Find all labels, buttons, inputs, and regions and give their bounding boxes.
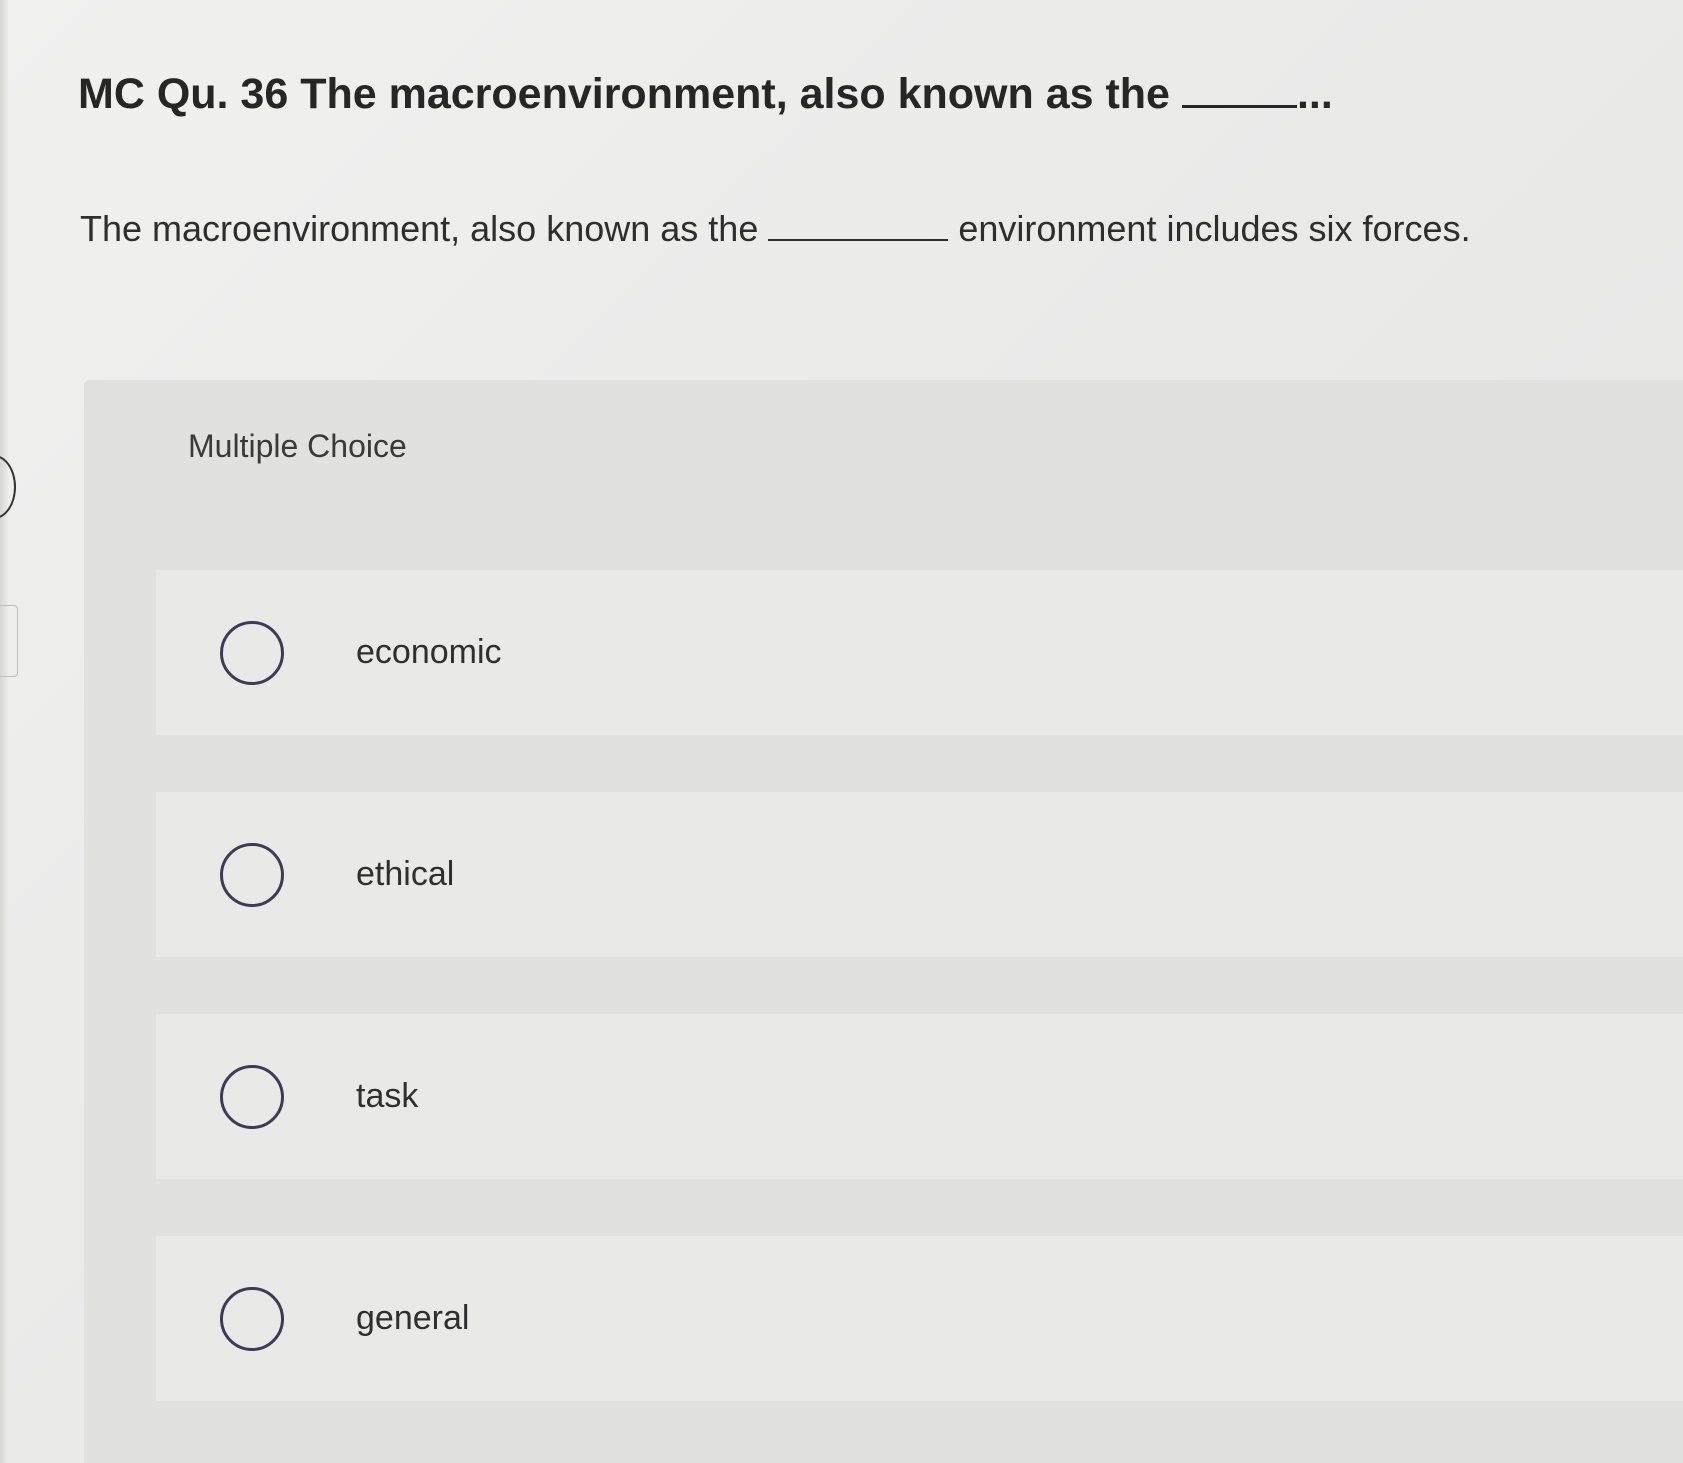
prompt-text-after: environment includes six forces. [958, 208, 1471, 249]
prompt-blank [768, 239, 949, 241]
question-prompt: The macroenvironment, also known as the e… [80, 208, 1640, 250]
side-scroll-handle[interactable] [0, 455, 16, 519]
option-economic[interactable]: economic [156, 570, 1683, 735]
option-general[interactable]: general [156, 1236, 1683, 1401]
option-label: general [356, 1299, 470, 1337]
option-label: task [356, 1077, 419, 1115]
option-label: economic [356, 633, 502, 671]
option-label: ethical [356, 855, 455, 893]
header-ellipsis: ... [1296, 70, 1333, 118]
question-header: MC Qu. 36 The macroenvironment, also kno… [78, 70, 1598, 119]
multiple-choice-panel: Multiple Choice economic ethical task ge… [84, 380, 1683, 1463]
radio-button[interactable] [220, 1064, 284, 1129]
prompt-text-before: The macroenvironment, also known as the [80, 208, 759, 249]
radio-button[interactable] [220, 842, 284, 907]
option-task[interactable]: task [156, 1014, 1683, 1179]
side-panel-tab[interactable] [0, 605, 18, 677]
option-ethical[interactable]: ethical [156, 792, 1683, 957]
question-header-text: MC Qu. 36 The macroenvironment, also kno… [78, 70, 1170, 118]
radio-button[interactable] [220, 620, 284, 685]
radio-button[interactable] [220, 1286, 284, 1351]
header-blank [1181, 105, 1297, 108]
page-edge [0, 0, 8, 1463]
multiple-choice-title: Multiple Choice [188, 428, 407, 464]
